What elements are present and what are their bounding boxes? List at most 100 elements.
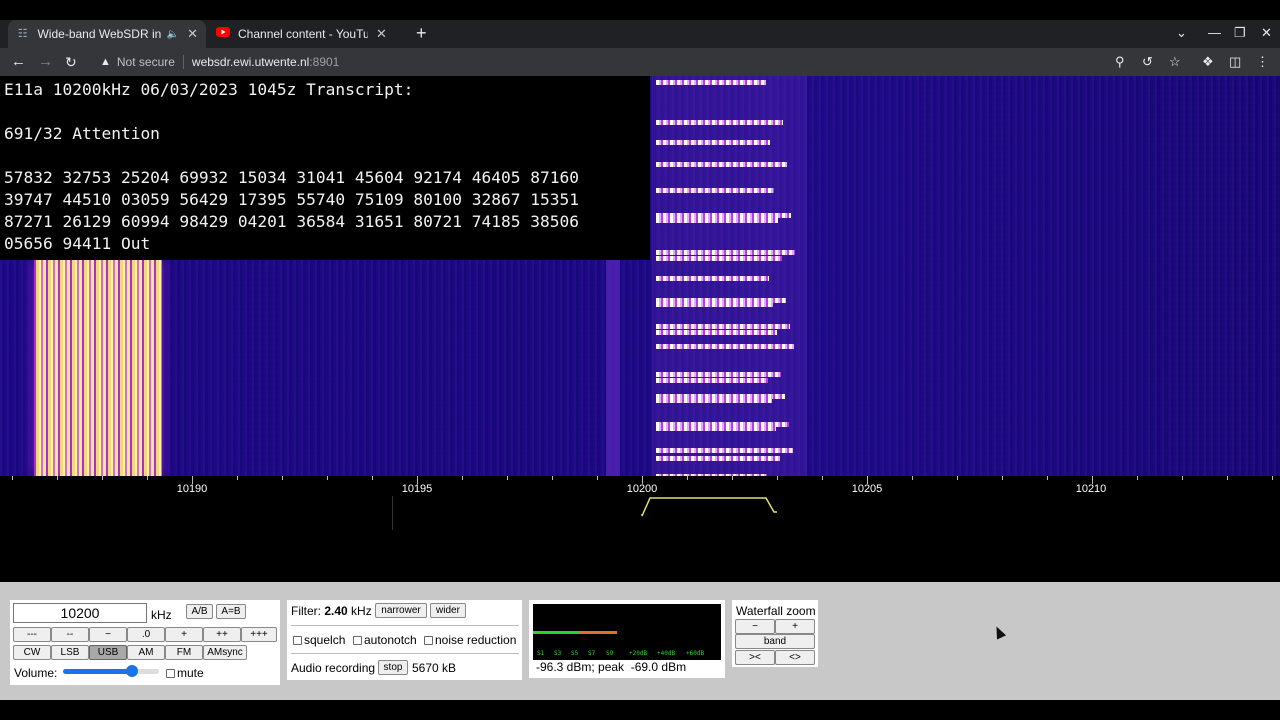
signal-line bbox=[656, 344, 794, 349]
scale-tick bbox=[507, 476, 508, 480]
passband-indicator[interactable] bbox=[640, 496, 780, 518]
frequency-box: 10200 kHz A/B A=B --- -- − .0 + ++ +++ C… bbox=[10, 600, 280, 685]
signal-line bbox=[656, 378, 768, 383]
step-up-medium-button[interactable]: ++ bbox=[203, 627, 241, 642]
reload-icon[interactable]: ↻ bbox=[65, 53, 77, 71]
signal-line bbox=[656, 426, 776, 431]
signal-line bbox=[656, 324, 790, 329]
new-tab-icon[interactable]: + bbox=[416, 23, 427, 44]
recording-stop-button[interactable]: stop bbox=[378, 660, 408, 675]
checkbox-icon[interactable] bbox=[353, 636, 362, 645]
scale-tick bbox=[1227, 476, 1228, 480]
restore-icon[interactable]: ❐ bbox=[1234, 25, 1246, 41]
volume-slider[interactable] bbox=[63, 665, 159, 677]
scale-label: 10205 bbox=[851, 483, 883, 495]
signal-line bbox=[656, 256, 782, 261]
smeter-scale-label: S7 bbox=[588, 650, 596, 657]
smeter-scale-label: S5 bbox=[571, 650, 579, 657]
side-panel-icon[interactable]: ◫ bbox=[1229, 54, 1241, 70]
filter-width-value: 2.40 bbox=[324, 604, 348, 618]
speaker-icon[interactable]: 🔈 bbox=[167, 29, 179, 40]
zoom-shrink-button[interactable]: >< bbox=[735, 650, 775, 665]
mode-lsb-button[interactable]: LSB bbox=[51, 645, 89, 660]
checkbox-icon[interactable] bbox=[293, 636, 302, 645]
divider bbox=[392, 496, 393, 530]
mute-checkbox[interactable]: mute bbox=[166, 666, 204, 680]
checkbox-icon[interactable] bbox=[424, 636, 433, 645]
divider bbox=[291, 625, 519, 626]
minimize-icon[interactable]: — bbox=[1208, 25, 1221, 40]
squelch-checkbox[interactable]: squelch bbox=[293, 633, 345, 647]
signal-line bbox=[656, 448, 793, 453]
step-down-medium-button[interactable]: -- bbox=[51, 627, 89, 642]
mode-am-button[interactable]: AM bbox=[127, 645, 165, 660]
close-tab-icon[interactable]: ✕ bbox=[187, 26, 198, 42]
signal-line bbox=[656, 188, 774, 193]
close-window-icon[interactable]: ✕ bbox=[1261, 25, 1272, 41]
scale-tick bbox=[372, 476, 373, 480]
volume-slider-fill bbox=[63, 669, 133, 674]
frequency-input[interactable]: 10200 bbox=[13, 603, 147, 623]
filter-narrower-button[interactable]: narrower bbox=[375, 603, 427, 618]
transcript-groups-row: 57832 32753 25204 69932 15034 31041 4560… bbox=[4, 168, 579, 187]
strong-signal-trace bbox=[34, 258, 162, 476]
spacer bbox=[0, 532, 1280, 582]
smeter-scale-label: +20dB bbox=[629, 650, 648, 657]
signal-line bbox=[656, 456, 780, 461]
vfo-ab-button[interactable]: A/B bbox=[186, 604, 213, 619]
back-icon[interactable]: ← bbox=[11, 53, 26, 71]
step-up-button[interactable]: + bbox=[165, 627, 203, 642]
tab-websdr[interactable]: ☷ Wide-band WebSDR in Ensch 🔈 ✕ bbox=[8, 20, 206, 48]
checkbox-icon[interactable] bbox=[166, 669, 175, 678]
mute-label: mute bbox=[177, 666, 204, 680]
noise-reduction-label: noise reduction bbox=[435, 633, 517, 647]
smeter-scale-label: S1 bbox=[537, 650, 545, 657]
share-icon[interactable]: ↺ bbox=[1142, 54, 1153, 70]
mode-usb-button[interactable]: USB bbox=[89, 645, 127, 660]
url-port: :8901 bbox=[309, 55, 340, 69]
step-down-button[interactable]: − bbox=[89, 627, 127, 642]
mode-amsync-button[interactable]: AMsync bbox=[203, 645, 247, 660]
zoom-icon[interactable]: ⚲ bbox=[1115, 54, 1125, 70]
scale-tick bbox=[822, 476, 823, 480]
vfo-a-equals-b-button[interactable]: A=B bbox=[216, 604, 246, 619]
zoom-band-button[interactable]: band bbox=[735, 634, 815, 649]
scale-tick bbox=[1272, 476, 1273, 480]
bookmark-star-icon[interactable]: ☆ bbox=[1169, 54, 1181, 70]
volume-slider-handle[interactable] bbox=[126, 665, 139, 677]
tab-youtube-studio[interactable]: Channel content - YouTube Studi ✕ bbox=[208, 20, 408, 48]
forward-icon[interactable]: → bbox=[38, 53, 53, 71]
scale-tick bbox=[1182, 476, 1183, 480]
noise-reduction-checkbox[interactable]: noise reduction bbox=[424, 633, 516, 647]
step-down-large-button[interactable]: --- bbox=[13, 627, 51, 642]
security-label: Not secure bbox=[116, 55, 175, 69]
faint-signal-trace bbox=[606, 258, 620, 476]
scale-tick bbox=[57, 476, 58, 480]
zoom-out-button[interactable]: − bbox=[735, 619, 775, 634]
address-bar[interactable]: ▲ Not secure websdr.ewi.utwente.nl:8901 bbox=[92, 50, 1192, 74]
autonotch-checkbox[interactable]: autonotch bbox=[353, 633, 417, 647]
menu-icon[interactable]: ⋮ bbox=[1256, 54, 1269, 70]
frequency-scale[interactable]: 10190 10195 10200 10205 10210 bbox=[0, 476, 1280, 532]
mode-cw-button[interactable]: CW bbox=[13, 645, 51, 660]
not-secure-warning-icon[interactable]: ▲ bbox=[100, 56, 111, 68]
zoom-in-button[interactable]: + bbox=[775, 619, 815, 634]
scale-tick bbox=[147, 476, 148, 480]
zoom-expand-button[interactable]: <> bbox=[775, 650, 815, 665]
scale-tick bbox=[282, 476, 283, 480]
close-tab-icon[interactable]: ✕ bbox=[376, 26, 387, 42]
extensions-icon[interactable]: ❖ bbox=[1202, 54, 1214, 70]
mode-fm-button[interactable]: FM bbox=[165, 645, 203, 660]
volume-label: Volume: bbox=[14, 666, 58, 680]
filter-wider-button[interactable]: wider bbox=[430, 603, 466, 618]
signal-line bbox=[656, 162, 787, 167]
step-up-large-button[interactable]: +++ bbox=[241, 627, 277, 642]
scale-tick bbox=[957, 476, 958, 480]
filter-label: Filter: bbox=[291, 604, 321, 618]
round-frequency-button[interactable]: .0 bbox=[127, 627, 165, 642]
divider bbox=[182, 55, 184, 69]
scale-tick bbox=[597, 476, 598, 480]
smeter-scale-label: +40dB bbox=[657, 650, 676, 657]
tab-search-icon[interactable]: ⌄ bbox=[1176, 25, 1187, 41]
